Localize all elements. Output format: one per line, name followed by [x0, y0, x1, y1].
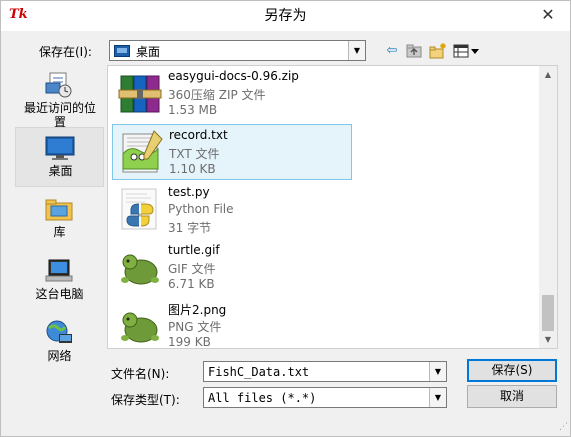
filetype-label: 保存类型(T): — [111, 393, 180, 407]
vertical-scrollbar[interactable]: ▲ ▼ — [539, 66, 557, 348]
new-folder-icon[interactable] — [429, 42, 447, 60]
file-size: 1.53 MB — [168, 103, 218, 117]
file-size: 31 字节 — [168, 221, 212, 235]
window-title: 另存为 — [264, 8, 307, 24]
filename-input[interactable]: FishC_Data.txt — [208, 365, 309, 379]
computer-icon — [45, 259, 73, 282]
filetype-combobox[interactable]: All files (*.*) ▼ — [203, 387, 447, 408]
scroll-up-icon[interactable]: ▲ — [539, 66, 557, 83]
file-name: 图片2.png — [168, 303, 227, 317]
file-type: 360压缩 ZIP 文件 — [168, 88, 266, 102]
desktop-folder-icon — [114, 45, 130, 57]
cancel-button[interactable]: 取消 — [467, 385, 557, 408]
up-folder-icon[interactable] — [405, 42, 423, 60]
file-size: 199 KB — [168, 335, 211, 349]
file-type: Python File — [168, 202, 234, 216]
recent-places-icon — [45, 72, 72, 98]
file-size: 6.71 KB — [168, 277, 215, 291]
desktop-icon — [45, 136, 75, 160]
file-name: test.py — [168, 185, 210, 199]
list-item[interactable]: test.py Python File 31 字节 — [112, 182, 352, 238]
place-recent[interactable]: 最近访问的位置 — [15, 65, 104, 129]
python-file-icon — [121, 188, 157, 230]
file-type: TXT 文件 — [169, 147, 220, 161]
file-type: PNG 文件 — [168, 320, 222, 334]
chevron-down-icon[interactable]: ▼ — [429, 362, 446, 381]
scroll-down-icon[interactable]: ▼ — [539, 331, 557, 348]
chevron-down-icon[interactable]: ▼ — [348, 41, 365, 60]
place-library-label: 库 — [53, 225, 66, 239]
title-bar[interactable]: Tk 另存为 ✕ — [1, 1, 570, 31]
file-size: 1.10 KB — [169, 162, 216, 176]
file-name: turtle.gif — [168, 243, 220, 257]
resize-grip-icon[interactable]: ⋰ — [556, 422, 568, 434]
save-in-label: 保存在(I): — [39, 45, 92, 59]
network-icon — [46, 320, 72, 343]
list-item-selected[interactable]: record.txt TXT 文件 1.10 KB — [112, 124, 352, 180]
zip-archive-icon — [118, 75, 162, 113]
view-menu-icon[interactable] — [453, 42, 481, 60]
list-item[interactable]: 图片2.png PNG 文件 199 KB — [112, 298, 352, 349]
filename-combobox[interactable]: FishC_Data.txt ▼ — [203, 361, 447, 382]
file-name: record.txt — [169, 128, 228, 142]
save-in-value: 桌面 — [136, 45, 161, 59]
file-type: GIF 文件 — [168, 262, 216, 276]
back-arrow-icon[interactable]: ⇦ — [383, 42, 401, 60]
chevron-down-icon[interactable]: ▼ — [429, 388, 446, 407]
place-recent-label: 最近访问的位置 — [23, 101, 96, 129]
close-button[interactable]: ✕ — [526, 1, 570, 29]
text-file-icon — [122, 130, 163, 173]
file-list[interactable]: easygui-docs-0.96.zip 360压缩 ZIP 文件 1.53 … — [107, 65, 558, 349]
place-desktop-label: 桌面 — [48, 164, 73, 178]
gif-image-icon — [121, 254, 159, 285]
filetype-value: All files (*.*) — [208, 391, 317, 405]
list-item[interactable]: turtle.gif GIF 文件 6.71 KB — [112, 240, 352, 296]
places-bar: 最近访问的位置 桌面 库 这台电脑 网络 — [15, 65, 104, 395]
save-button[interactable]: 保存(S) — [467, 359, 557, 382]
place-computer[interactable]: 这台电脑 — [15, 251, 104, 311]
place-network[interactable]: 网络 — [15, 313, 104, 373]
scrollbar-thumb[interactable] — [542, 295, 554, 331]
png-image-icon — [121, 312, 159, 343]
library-icon — [45, 199, 73, 221]
save-as-dialog: Tk 另存为 ✕ 保存在(I): 桌面 ▼ ⇦ 最近访问的位置 桌面 库 这台电… — [0, 0, 571, 437]
save-in-combobox[interactable]: 桌面 ▼ — [109, 40, 366, 61]
place-computer-label: 这台电脑 — [35, 287, 84, 301]
place-network-label: 网络 — [47, 349, 72, 363]
list-item[interactable]: easygui-docs-0.96.zip 360压缩 ZIP 文件 1.53 … — [112, 66, 352, 122]
place-library[interactable]: 库 — [15, 189, 104, 249]
filename-label: 文件名(N): — [111, 367, 170, 381]
place-desktop[interactable]: 桌面 — [15, 127, 104, 187]
file-name: easygui-docs-0.96.zip — [168, 69, 299, 83]
